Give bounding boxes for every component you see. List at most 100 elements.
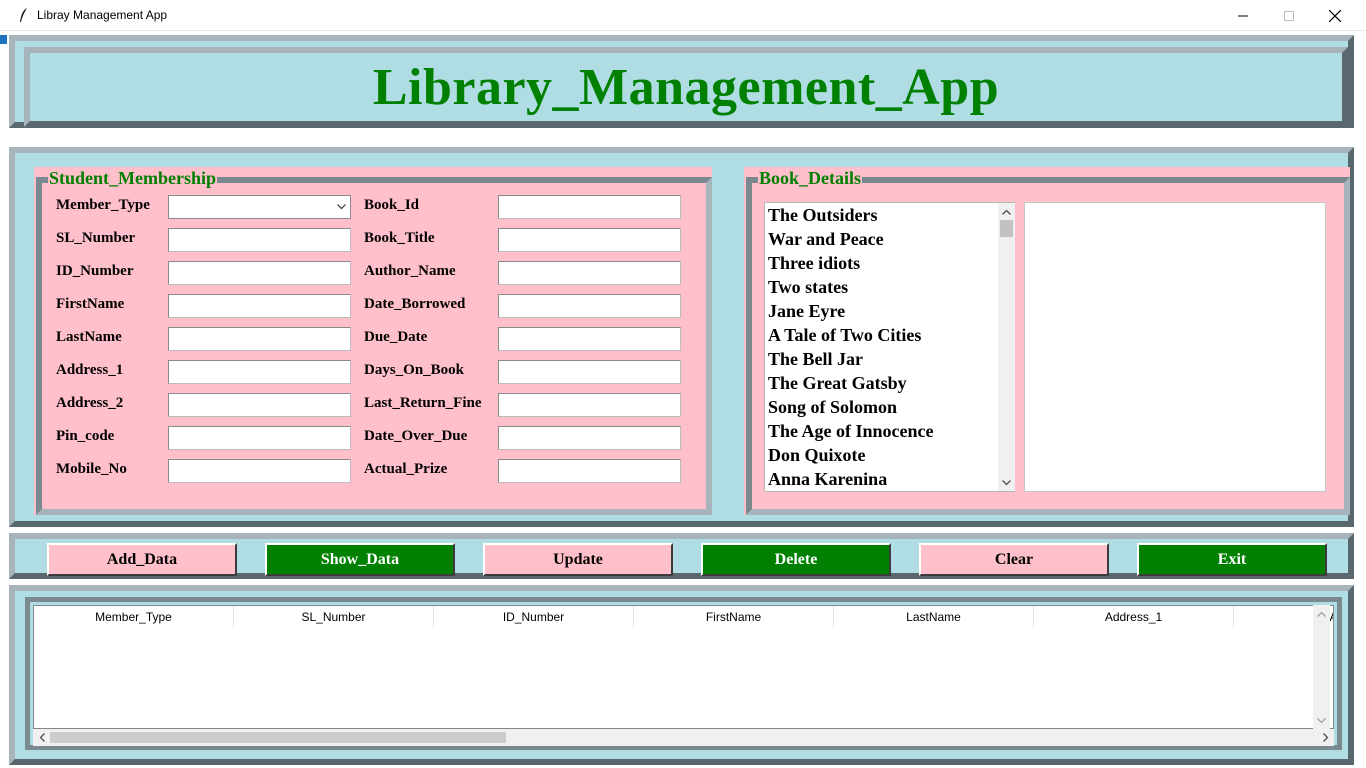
pin-code-label: Pin_code xyxy=(56,428,115,444)
app-window-body: Library_Management_App Student_Membershi… xyxy=(7,31,1358,768)
records-table[interactable]: Member_Type SL_Number ID_Number FirstNam… xyxy=(33,605,1334,729)
title-inner-frame: Library_Management_App xyxy=(24,47,1348,127)
window-titlebar: Libray Management App xyxy=(0,0,1366,31)
book-details-title: Book_Details xyxy=(758,168,863,189)
date-borrowed-input[interactable] xyxy=(498,294,681,318)
student-membership-panel: Student_Membership Member_Type SL_Number… xyxy=(34,167,712,515)
column-header-sl-number[interactable]: SL_Number xyxy=(234,606,434,628)
id-number-label: ID_Number xyxy=(56,263,134,279)
scroll-up-arrow-icon[interactable] xyxy=(1313,605,1330,622)
book-title-label: Book_Title xyxy=(364,230,435,246)
book-list-item[interactable]: The Outsiders xyxy=(767,203,999,227)
table-horizontal-scrollbar[interactable] xyxy=(33,729,1334,746)
address-2-label: Address_2 xyxy=(56,395,124,411)
close-icon xyxy=(1329,9,1341,22)
book-list-item[interactable]: Jane Eyre xyxy=(767,299,999,323)
column-header-firstname[interactable]: FirstName xyxy=(634,606,834,628)
desktop-edge-right xyxy=(1358,31,1366,768)
lastname-label: LastName xyxy=(56,329,122,345)
update-button[interactable]: Update xyxy=(483,543,673,576)
due-date-input[interactable] xyxy=(498,327,681,351)
book-list-item[interactable]: The Bell Jar xyxy=(767,347,999,371)
author-name-input[interactable] xyxy=(498,261,681,285)
book-list-item[interactable]: A Tale of Two Cities xyxy=(767,323,999,347)
address-1-label: Address_1 xyxy=(56,362,124,378)
book-list-item[interactable]: Don Quixote xyxy=(767,443,999,467)
column-header-lastname[interactable]: LastName xyxy=(834,606,1034,628)
date-over-due-input[interactable] xyxy=(498,426,681,450)
column-header-member-type[interactable]: Member_Type xyxy=(34,606,234,628)
desktop-edge-left xyxy=(0,31,7,768)
author-name-label: Author_Name xyxy=(364,263,456,279)
scroll-down-arrow-icon[interactable] xyxy=(1313,712,1330,729)
table-horizontal-scroll-thumb[interactable] xyxy=(50,732,506,743)
book-id-input[interactable] xyxy=(498,195,681,219)
date-over-due-label: Date_Over_Due xyxy=(364,428,468,444)
button-frame: Add_Data Show_Data Update Delete Clear E… xyxy=(9,533,1354,579)
scroll-down-arrow-icon[interactable] xyxy=(998,474,1015,491)
minimize-button[interactable] xyxy=(1220,0,1266,31)
maximize-icon xyxy=(1284,10,1294,21)
data-frame: Student_Membership Member_Type SL_Number… xyxy=(9,147,1354,527)
book-list-items: The Outsiders War and Peace Three idiots… xyxy=(767,203,999,491)
add-data-button[interactable]: Add_Data xyxy=(47,543,237,576)
records-inner-frame: Member_Type SL_Number ID_Number FirstNam… xyxy=(25,597,1342,750)
table-header: Member_Type SL_Number ID_Number FirstNam… xyxy=(34,606,1333,628)
address-1-input[interactable] xyxy=(168,360,351,384)
column-header-id-number[interactable]: ID_Number xyxy=(434,606,634,628)
scroll-up-arrow-icon[interactable] xyxy=(998,203,1015,220)
book-list-item[interactable]: Anna Karenina xyxy=(767,467,999,491)
minimize-icon xyxy=(1238,15,1248,16)
window-title: Libray Management App xyxy=(37,8,168,22)
column-header-address-1[interactable]: Address_1 xyxy=(1034,606,1234,628)
student-membership-title: Student_Membership xyxy=(48,168,218,189)
book-list-scroll-thumb[interactable] xyxy=(1000,220,1013,237)
last-return-fine-label: Last_Return_Fine xyxy=(364,395,482,411)
member-type-label: Member_Type xyxy=(56,197,150,213)
firstname-input[interactable] xyxy=(168,294,351,318)
mobile-no-input[interactable] xyxy=(168,459,351,483)
book-list-scrollbar[interactable] xyxy=(998,203,1015,491)
title-frame: Library_Management_App xyxy=(9,35,1354,128)
days-on-book-label: Days_On_Book xyxy=(364,362,465,378)
feather-icon xyxy=(20,8,27,22)
days-on-book-input[interactable] xyxy=(498,360,681,384)
book-list-item[interactable]: War and Peace xyxy=(767,227,999,251)
member-type-combobox[interactable] xyxy=(168,195,351,219)
book-list-item[interactable]: Song of Solomon xyxy=(767,395,999,419)
firstname-label: FirstName xyxy=(56,296,125,312)
scroll-left-arrow-icon[interactable] xyxy=(33,729,50,746)
sl-number-label: SL_Number xyxy=(56,230,136,246)
delete-button[interactable]: Delete xyxy=(701,543,891,576)
book-list-item[interactable]: Three idiots xyxy=(767,251,999,275)
clear-button[interactable]: Clear xyxy=(919,543,1109,576)
id-number-input[interactable] xyxy=(168,261,351,285)
book-list-item[interactable]: The Age of Innocence xyxy=(767,419,999,443)
book-list-item[interactable]: The Great Gatsby xyxy=(767,371,999,395)
book-listbox[interactable]: The Outsiders War and Peace Three idiots… xyxy=(764,202,1015,492)
close-button[interactable] xyxy=(1312,0,1358,31)
maximize-button[interactable] xyxy=(1266,0,1312,31)
pin-code-input[interactable] xyxy=(168,426,351,450)
exit-button[interactable]: Exit xyxy=(1137,543,1327,576)
table-vertical-scrollbar[interactable] xyxy=(1313,605,1330,729)
mobile-no-label: Mobile_No xyxy=(56,461,127,477)
lastname-input[interactable] xyxy=(168,327,351,351)
book-details-textbox[interactable] xyxy=(1024,202,1326,492)
date-borrowed-label: Date_Borrowed xyxy=(364,296,466,312)
book-details-panel: Book_Details The Outsiders War and Peace… xyxy=(744,167,1350,515)
due-date-label: Due_Date xyxy=(364,329,428,345)
records-frame: Member_Type SL_Number ID_Number FirstNam… xyxy=(9,585,1354,765)
sl-number-input[interactable] xyxy=(168,228,351,252)
actual-prize-input[interactable] xyxy=(498,459,681,483)
actual-prize-label: Actual_Prize xyxy=(364,461,448,477)
address-2-input[interactable] xyxy=(168,393,351,417)
last-return-fine-input[interactable] xyxy=(498,393,681,417)
desktop-edge-accent xyxy=(0,35,7,44)
show-data-button[interactable]: Show_Data xyxy=(265,543,455,576)
book-title-input[interactable] xyxy=(498,228,681,252)
chevron-down-icon xyxy=(337,204,346,210)
scroll-right-arrow-icon[interactable] xyxy=(1317,729,1334,746)
book-list-item[interactable]: Two states xyxy=(767,275,999,299)
book-id-label: Book_Id xyxy=(364,197,420,213)
